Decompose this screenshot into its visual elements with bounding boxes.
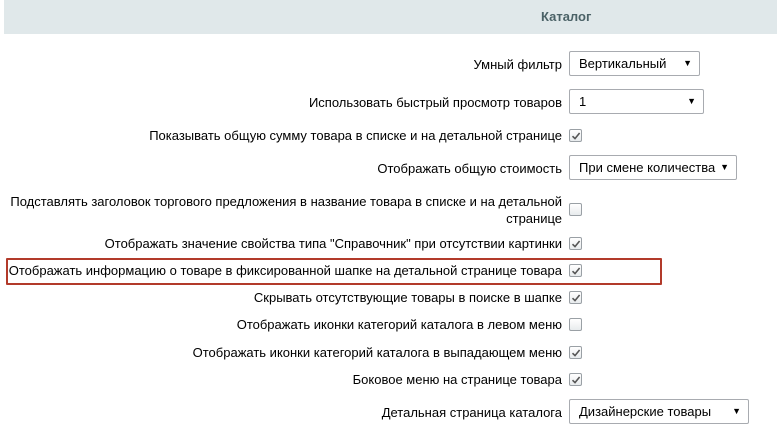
fixed-header-info-label: Отображать информацию о товаре в фиксиро… (8, 263, 562, 278)
offer-title-label: Подставлять заголовок торгового предложе… (10, 194, 562, 226)
quick-view-select[interactable]: 1 ▼ (569, 89, 704, 114)
dropdown-menu-icons-checkbox[interactable] (569, 346, 582, 359)
checkmark-icon (571, 376, 581, 384)
checkmark-icon (571, 349, 581, 357)
fixed-header-info-checkbox[interactable] (569, 264, 582, 277)
chevron-down-icon: ▼ (683, 58, 692, 68)
left-menu-icons-label: Отображать иконки категорий каталога в л… (236, 317, 562, 332)
smart-filter-value: Вертикальный (579, 56, 667, 71)
detail-page-select[interactable]: Дизайнерские товары ▼ (569, 399, 749, 424)
directory-prop-label: Отображать значение свойства типа "Справ… (104, 236, 562, 251)
dropdown-menu-icons-label: Отображать иконки категорий каталога в в… (192, 345, 562, 360)
total-sum-checkbox[interactable] (569, 129, 582, 142)
hide-missing-label: Скрывать отсутствующие товары в поиске в… (253, 290, 562, 305)
quick-view-value: 1 (579, 94, 587, 109)
hide-missing-checkbox[interactable] (569, 291, 582, 304)
total-cost-value: При смене количества (579, 160, 716, 175)
checkmark-icon (571, 132, 581, 140)
side-menu-label: Боковое меню на странице товара (352, 372, 562, 387)
chevron-down-icon: ▼ (687, 96, 696, 106)
total-cost-label: Отображать общую стоимость (377, 161, 562, 176)
detail-page-value: Дизайнерские товары (579, 404, 712, 419)
left-menu-icons-checkbox[interactable] (569, 318, 582, 331)
total-sum-label: Показывать общую сумму товара в списке и… (149, 128, 562, 143)
directory-prop-checkbox[interactable] (569, 237, 582, 250)
total-cost-select[interactable]: При смене количества ▼ (569, 155, 737, 180)
offer-title-checkbox[interactable] (569, 203, 582, 216)
chevron-down-icon: ▼ (720, 162, 729, 172)
detail-page-label: Детальная страница каталога (381, 405, 562, 420)
side-menu-checkbox[interactable] (569, 373, 582, 386)
catalog-section-header: Каталог (4, 0, 777, 34)
checkmark-icon (571, 294, 581, 302)
checkmark-icon (571, 240, 581, 248)
checkmark-icon (571, 267, 581, 275)
section-title: Каталог (541, 9, 592, 24)
quick-view-label: Использовать быстрый просмотр товаров (308, 95, 562, 110)
chevron-down-icon: ▼ (732, 406, 741, 416)
smart-filter-select[interactable]: Вертикальный ▼ (569, 51, 700, 76)
smart-filter-label: Умный фильтр (473, 57, 563, 72)
